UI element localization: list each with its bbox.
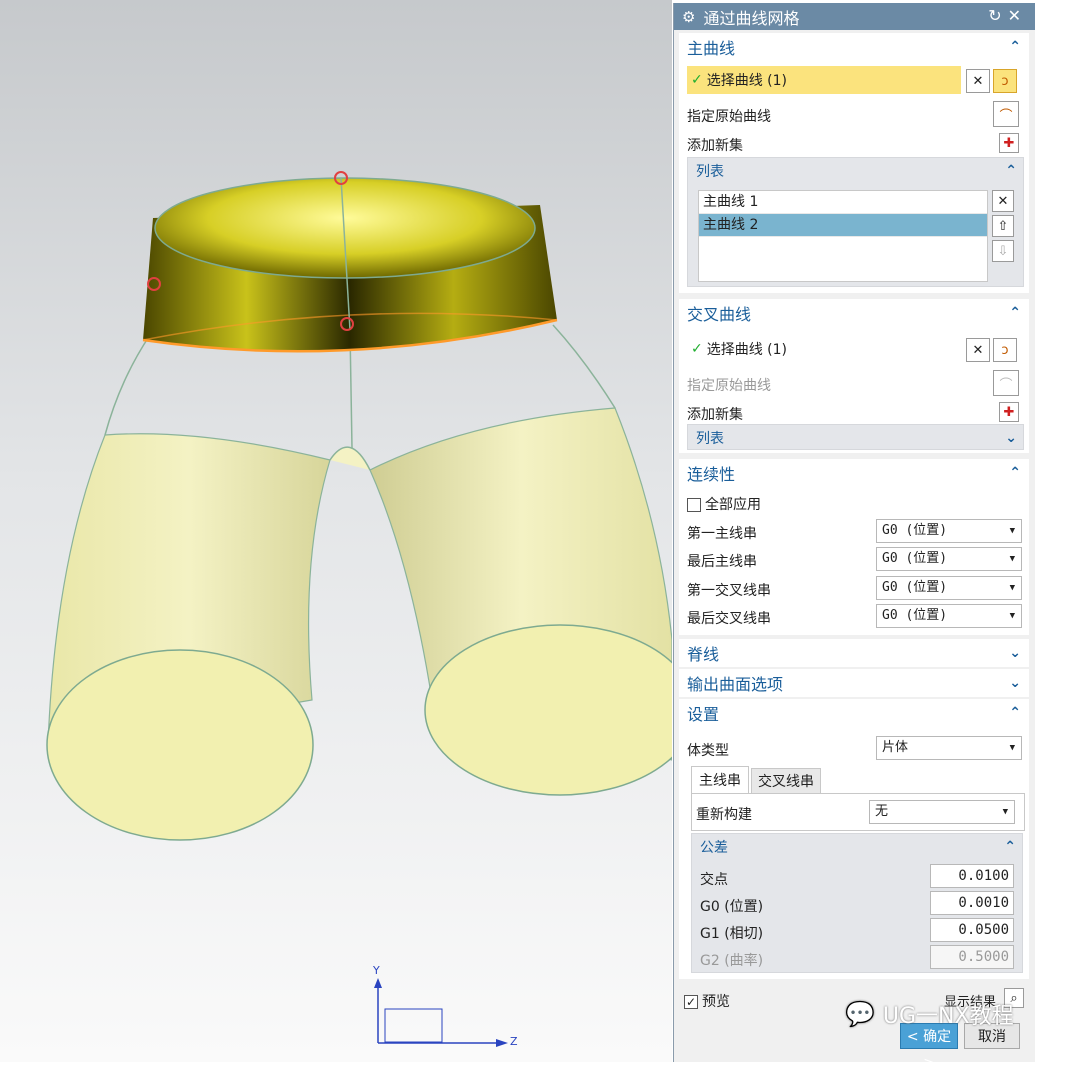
last-primary-select[interactable]: G0 (位置) ▼ — [876, 547, 1022, 571]
rebuild-select[interactable]: 无 ▼ — [869, 800, 1015, 824]
tab-primary-strings[interactable]: 主线串 — [691, 766, 749, 794]
g1-tolerance-input[interactable]: 0.0500 — [930, 918, 1014, 942]
g0-tolerance-input[interactable]: 0.0010 — [930, 891, 1014, 915]
continuity-section: 连续性 ⌃ 全部应用 第一主线串 G0 (位置) ▼ 最后主线串 G0 (位置) ▼… — [679, 459, 1029, 635]
first-cross-select[interactable]: G0 (位置) ▼ — [876, 576, 1022, 600]
dropdown-arrow-icon: ▼ — [1009, 583, 1015, 593]
cross-list-header[interactable]: 列表 ⌄ — [688, 425, 1023, 451]
rebuild-label: 重新构建 — [696, 807, 752, 823]
coordinate-triad — [374, 978, 508, 1047]
curve-rule-icon[interactable]: ↄ — [993, 69, 1017, 93]
chevron-up-icon[interactable]: ⌃ — [1005, 163, 1017, 179]
remove-icon[interactable]: ✕ — [992, 190, 1014, 212]
apply-all-checkbox[interactable]: 全部应用 — [687, 494, 761, 514]
tolerance-label: G2 (曲率) — [700, 953, 764, 969]
axis-label-z: Z — [510, 1035, 518, 1048]
specify-origin-label: 指定原始曲线 — [687, 109, 771, 125]
cross-curves-section: 交叉曲线 ⌃ ✓ 选择曲线 (1) ✕ ↄ 指定原始曲线 ⌒ 添加新集 ✚ 列表… — [679, 299, 1029, 453]
close-icon[interactable]: ✕ — [1008, 6, 1027, 25]
dialog-titlebar[interactable]: ⚙ 通过曲线网格 ↻✕ — [674, 3, 1035, 30]
continuity-header[interactable]: 连续性 ⌃ — [679, 459, 1029, 487]
add-set-icon[interactable]: ✚ — [999, 402, 1019, 422]
list-item[interactable]: 主曲线 1 — [699, 191, 987, 214]
settings-section: 设置 ⌃ 体类型 片体 ▼ 主线串 交叉线串 重新构建 无 ▼ 公差 ⌃ 交点 0.… — [679, 699, 1029, 979]
output-surface-header[interactable]: 输出曲面选项 ⌄ — [679, 669, 1029, 697]
check-icon: ✓ — [691, 341, 703, 357]
origin-curve-icon[interactable]: ⌒ — [993, 101, 1019, 127]
gear-icon[interactable]: ⚙ — [682, 8, 695, 26]
primary-curves-section: 主曲线 ⌃ ✓ 选择曲线 (1) ✕ ↄ 指定原始曲线 ⌒ 添加新集 ✚ 列表 … — [679, 33, 1029, 293]
reset-icon[interactable]: ↻ — [988, 6, 1007, 25]
dropdown-arrow-icon: ▼ — [1002, 807, 1008, 817]
primary-curve-list[interactable]: 主曲线 1 主曲线 2 — [698, 190, 988, 282]
dialog-panel: ⚙ 通过曲线网格 ↻✕ 主曲线 ⌃ ✓ 选择曲线 (1) ✕ ↄ 指定原始曲线 … — [673, 3, 1035, 1071]
continuity-label: 第一交叉线串 — [687, 583, 771, 599]
tolerance-label: 交点 — [700, 872, 728, 888]
preview-checkbox[interactable]: ✓ 预览 — [684, 991, 730, 1011]
tolerance-panel: 公差 ⌃ 交点 0.0100 G0 (位置) 0.0010 G1 (相切) 0.… — [691, 833, 1023, 973]
continuity-label: 最后交叉线串 — [687, 611, 771, 627]
chevron-up-icon[interactable]: ⌃ — [1009, 705, 1021, 721]
continuity-label: 第一主线串 — [687, 526, 757, 542]
primary-list-header[interactable]: 列表 ⌃ — [688, 158, 1023, 184]
tolerance-label: G0 (位置) — [700, 899, 764, 915]
chevron-down-icon[interactable]: ⌄ — [1005, 430, 1017, 446]
first-primary-select[interactable]: G0 (位置) ▼ — [876, 519, 1022, 543]
specify-origin-label: 指定原始曲线 — [687, 378, 771, 394]
check-icon[interactable]: ✓ — [684, 995, 698, 1009]
graphics-viewport[interactable]: Y Z — [0, 0, 672, 1062]
check-icon: ✓ — [691, 72, 703, 88]
select-curve-primary[interactable]: ✓ 选择曲线 (1) — [687, 66, 961, 94]
chevron-up-icon[interactable]: ⌃ — [1004, 839, 1016, 855]
g2-tolerance-input[interactable]: 0.5000 — [930, 945, 1014, 969]
move-up-icon[interactable]: ⇧ — [992, 215, 1014, 237]
last-cross-select[interactable]: G0 (位置) ▼ — [876, 604, 1022, 628]
intersection-tolerance-input[interactable]: 0.0100 — [930, 864, 1014, 888]
checkbox-unchecked[interactable] — [687, 498, 701, 512]
origin-curve-icon[interactable]: ⌒ — [993, 370, 1019, 396]
add-new-set-label: 添加新集 — [687, 138, 743, 154]
primary-curves-header[interactable]: 主曲线 ⌃ — [679, 33, 1029, 61]
dropdown-arrow-icon: ▼ — [1009, 526, 1015, 536]
chevron-up-icon[interactable]: ⌃ — [1009, 305, 1021, 321]
dropdown-arrow-icon: ▼ — [1009, 743, 1015, 753]
dropdown-arrow-icon: ▼ — [1009, 554, 1015, 564]
move-down-icon[interactable]: ⇩ — [992, 240, 1014, 262]
body-type-label: 体类型 — [687, 743, 729, 759]
primary-list-panel: 列表 ⌃ 主曲线 1 主曲线 2 ✕ ⇧ ⇩ — [687, 157, 1024, 287]
select-curve-cross[interactable]: ✓ 选择曲线 (1) — [687, 335, 961, 363]
spine-section[interactable]: 脊线 ⌄ — [679, 639, 1029, 667]
chevron-up-icon[interactable]: ⌃ — [1009, 465, 1021, 481]
output-surface-section[interactable]: 输出曲面选项 ⌄ — [679, 669, 1029, 697]
tab-cross-strings[interactable]: 交叉线串 — [751, 768, 821, 794]
tolerance-header[interactable]: 公差 ⌃ — [692, 834, 1022, 860]
spine-header[interactable]: 脊线 ⌄ — [679, 639, 1029, 667]
body-type-select[interactable]: 片体 ▼ — [876, 736, 1022, 760]
cross-list-panel: 列表 ⌄ — [687, 424, 1024, 450]
list-item[interactable]: 主曲线 2 — [699, 214, 987, 237]
chevron-down-icon[interactable]: ⌄ — [1009, 645, 1021, 661]
dropdown-arrow-icon: ▼ — [1009, 611, 1015, 621]
dialog-title: 通过曲线网格 — [703, 8, 800, 28]
chat-icon: 💬 — [845, 1000, 875, 1028]
add-set-icon[interactable]: ✚ — [999, 133, 1019, 153]
add-new-set-label: 添加新集 — [687, 407, 743, 423]
cross-curves-header[interactable]: 交叉曲线 ⌃ — [679, 299, 1029, 327]
continuity-label: 最后主线串 — [687, 554, 757, 570]
tolerance-label: G1 (相切) — [700, 926, 764, 942]
watermark: 💬 UG一NX教程 — [845, 1000, 1014, 1029]
reverse-direction-icon[interactable]: ✕ — [966, 338, 990, 362]
curve-rule-icon[interactable]: ↄ — [993, 338, 1017, 362]
settings-header[interactable]: 设置 ⌃ — [679, 699, 1029, 727]
reverse-direction-icon[interactable]: ✕ — [966, 69, 990, 93]
axis-label-y: Y — [373, 964, 380, 977]
chevron-down-icon[interactable]: ⌄ — [1009, 675, 1021, 691]
chevron-up-icon[interactable]: ⌃ — [1009, 39, 1021, 55]
